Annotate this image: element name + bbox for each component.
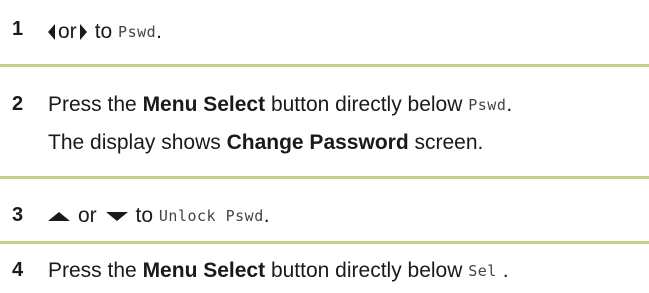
button-name: Menu Select — [142, 93, 266, 116]
step-number: 1 — [12, 18, 24, 40]
step-number: 4 — [12, 259, 24, 281]
display-term: Sel — [468, 262, 497, 280]
display-term: Unlock Pswd — [158, 207, 264, 225]
step-4-line: Press the Menu Select button directly be… — [48, 259, 509, 283]
separator — [0, 241, 649, 244]
left-arrow-icon — [48, 24, 55, 40]
screen-text: screen. — [414, 131, 484, 154]
step-2-line-1: Press the Menu Select button directly be… — [48, 93, 512, 117]
to-text: to — [135, 204, 154, 227]
display-term: Pswd — [468, 96, 507, 114]
period: . — [502, 259, 509, 282]
to-text: to — [94, 20, 113, 43]
separator — [0, 64, 649, 67]
step-2-line-2: The display shows Change Password screen… — [48, 131, 483, 155]
press-text: Press the — [48, 93, 137, 116]
step-1-line: or to Pswd . — [48, 20, 162, 44]
period: . — [506, 93, 513, 116]
up-arrow-icon — [48, 211, 70, 221]
display-term: Pswd — [118, 23, 157, 41]
suffix-text: button directly below — [270, 259, 463, 282]
period: . — [263, 204, 270, 227]
step-number: 3 — [12, 204, 24, 226]
button-name: Menu Select — [142, 259, 266, 282]
screen-name: Change Password — [226, 131, 409, 154]
display-text: The display shows — [48, 131, 221, 154]
step-3-line: or to Unlock Pswd . — [48, 204, 270, 228]
down-arrow-icon — [105, 211, 128, 221]
press-text: Press the — [48, 259, 137, 282]
separator — [0, 176, 649, 179]
period: . — [156, 20, 163, 43]
step-number: 2 — [12, 93, 24, 115]
suffix-text: button directly below — [270, 93, 463, 116]
or-text: or — [58, 20, 77, 43]
or-text: or — [78, 204, 97, 227]
right-arrow-icon — [79, 24, 87, 40]
